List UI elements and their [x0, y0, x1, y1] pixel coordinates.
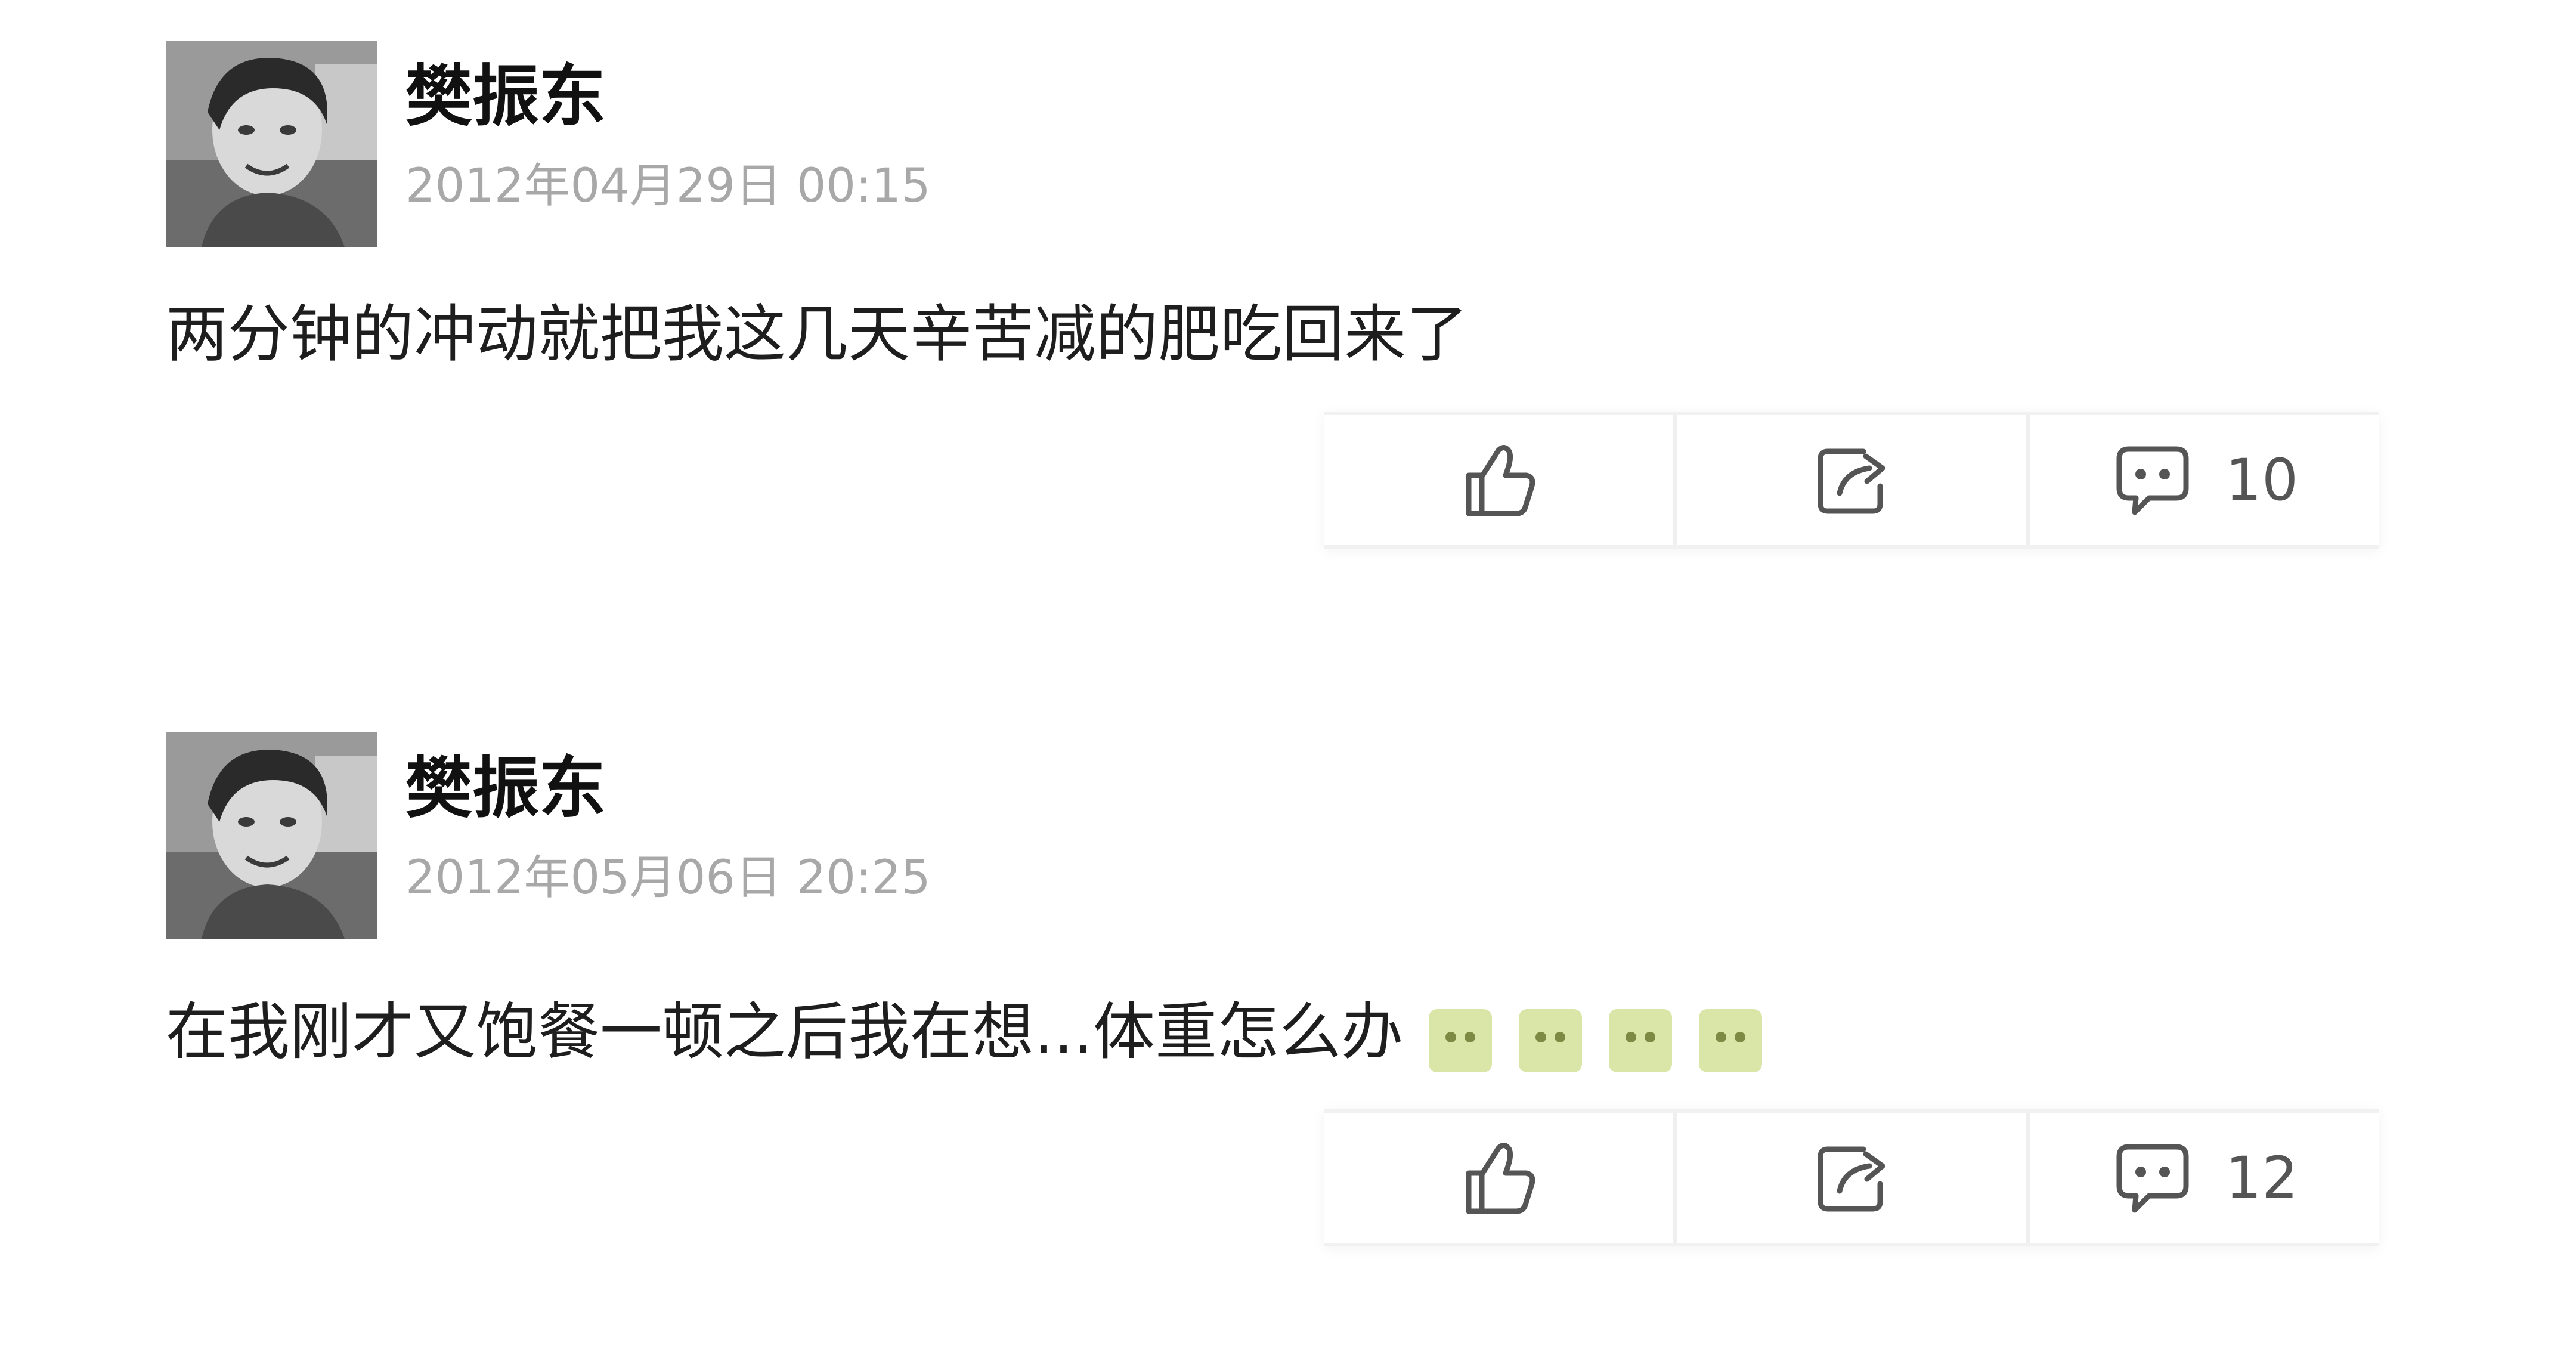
comment-button[interactable]: 10: [2030, 415, 2379, 545]
avatar[interactable]: [166, 41, 377, 247]
author-name[interactable]: 樊振东: [405, 55, 606, 138]
sweat-emoji-icon: [1519, 1009, 1583, 1073]
emoji-group: [1429, 995, 1769, 1078]
share-icon: [1810, 1136, 1893, 1220]
thumbs-up-icon: [1457, 1136, 1540, 1220]
like-button[interactable]: [1324, 1113, 1677, 1243]
post-text: 两分钟的冲动就把我这几天辛苦减的肥吃回来了: [166, 298, 1469, 370]
action-bar: 12: [1324, 1109, 2379, 1246]
comment-count: 10: [2225, 447, 2299, 513]
action-bar: 10: [1324, 412, 2379, 549]
post-content: 两分钟的冲动就把我这几天辛苦减的肥吃回来了: [166, 292, 1468, 376]
avatar[interactable]: [166, 732, 377, 939]
post-content: 在我刚才又饱餐一顿之后我在想...体重怎么办: [166, 990, 1769, 1078]
avatar-photo: [166, 732, 377, 939]
like-button[interactable]: [1324, 415, 1677, 545]
avatar-photo: [166, 41, 377, 247]
comment-icon: [2111, 1136, 2194, 1220]
sweat-emoji-icon: [1609, 1009, 1673, 1073]
sweat-emoji-icon: [1429, 1009, 1493, 1073]
post-text: 在我刚才又饱餐一顿之后我在想...体重怎么办: [166, 995, 1404, 1068]
share-button[interactable]: [1677, 415, 2030, 545]
comment-button[interactable]: 12: [2030, 1113, 2379, 1243]
post-timestamp[interactable]: 2012年04月29日 00:15: [405, 156, 931, 216]
share-icon: [1810, 438, 1893, 522]
comment-count: 12: [2225, 1144, 2299, 1211]
thumbs-up-icon: [1457, 438, 1540, 522]
author-name[interactable]: 樊振东: [405, 747, 606, 830]
comment-icon: [2111, 438, 2194, 522]
share-button[interactable]: [1677, 1113, 2030, 1243]
sweat-emoji-icon: [1699, 1009, 1763, 1073]
post-timestamp[interactable]: 2012年05月06日 20:25: [405, 848, 931, 908]
